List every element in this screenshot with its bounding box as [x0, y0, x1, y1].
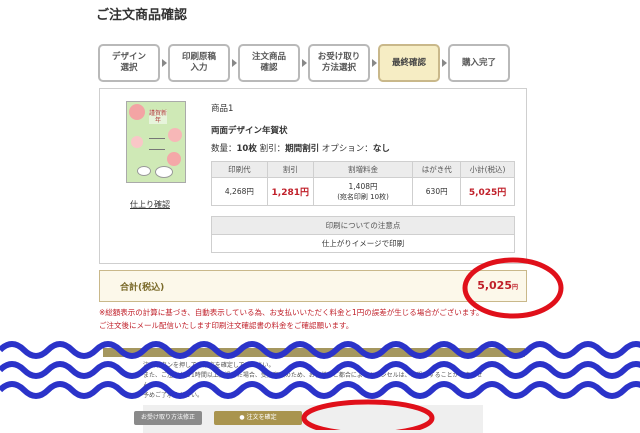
total-unit: 円: [511, 284, 518, 291]
surcharge-note: (宛名印刷 10枚): [337, 193, 389, 201]
subtotal-value: 5,025円: [460, 177, 515, 206]
discount-label: 割引：: [259, 144, 286, 154]
step-order-confirm: 注文商品 確認: [238, 44, 300, 82]
product-meta: 数量：10枚 割引：期間割引 オプション：なし: [211, 142, 390, 154]
total-value: 5,025円: [477, 279, 518, 292]
step-arrow-icon: [160, 44, 168, 82]
edit-receive-method-button[interactable]: お受け取り方法修正: [134, 411, 202, 425]
discount-value: 期間割引: [285, 144, 320, 154]
product-card: 謹賀新年 仕上り確認 商品1 両面デザイン年賀状 数量：10枚 割引：期間割引 …: [99, 88, 527, 264]
ball-decoration: [168, 128, 182, 142]
order-progress-steps: デザイン 選択 印刷原稿 入力 注文商品 確認 お受け取り 方法選択 最終確認 …: [98, 44, 510, 82]
preview-link[interactable]: 仕上り確認: [130, 199, 170, 210]
warning-line: ご注文後にメール配信いたします印刷注文確認書の料金をご確認願います。: [99, 321, 354, 330]
mouse-illustration: [137, 166, 151, 176]
qty-label: 数量：: [211, 144, 237, 154]
discount-value-cell: 1,281円: [266, 177, 314, 206]
panel-text: 注文ボタンを押してご注文を確定してください。 また、ご注文から1時間以上経過した…: [143, 362, 483, 399]
surcharge-cell: 1,408円 (宛名印刷 10枚): [312, 177, 414, 206]
ball-decoration: [129, 104, 145, 120]
item-label: 商品1: [211, 104, 234, 114]
step-final-confirm: 最終確認: [378, 44, 440, 82]
col-postcard-fee: はがき代: [412, 161, 462, 178]
confirm-order-button[interactable]: ● 注文を確定: [214, 411, 302, 425]
step-arrow-icon: [370, 44, 378, 82]
print-fee-value: 4,268円: [211, 177, 268, 206]
print-notes-header: 印刷についての注意点: [211, 216, 515, 235]
col-subtotal: 小計(税込): [460, 161, 515, 178]
postcard-fee-value: 630円: [412, 177, 462, 206]
total-amount: 5,025: [477, 279, 512, 292]
thumbnail-greeting: 謹賀新年: [149, 110, 168, 124]
option-label: オプション：: [321, 144, 373, 154]
ball-decoration: [167, 152, 181, 166]
product-name: 両面デザイン年賀状: [211, 126, 288, 136]
option-value: なし: [372, 144, 390, 154]
col-discount: 割引: [266, 161, 314, 178]
total-label: 合計(税込): [120, 283, 165, 293]
step-arrow-icon: [440, 44, 448, 82]
col-print-fee: 印刷代: [211, 161, 268, 178]
step-purchase-complete: 購入完了: [448, 44, 510, 82]
product-thumbnail: 謹賀新年: [126, 101, 186, 183]
print-notes-table: 印刷についての注意点 仕上がりイメージで印刷: [211, 216, 515, 253]
price-table: 印刷代 割引 割増料金 はがき代 小計(税込) 4,268円 1,281円 1,…: [211, 161, 515, 206]
step-print-input: 印刷原稿 入力: [168, 44, 230, 82]
step-arrow-icon: [230, 44, 238, 82]
step-design-select: デザイン 選択: [98, 44, 160, 82]
surcharge-value: 1,408円: [348, 182, 378, 191]
page-title: ご注文商品確認: [96, 8, 188, 23]
step-receive-method: お受け取り 方法選択: [308, 44, 370, 82]
ball-decoration: [131, 136, 143, 148]
confirm-order-label: 注文を確定: [246, 414, 277, 421]
thumbnail-text-lines: [149, 138, 165, 150]
col-surcharge: 割増料金: [312, 161, 414, 178]
mouse-illustration: [155, 166, 173, 178]
qty-value: 10枚: [236, 144, 257, 154]
price-warning: ※総額表示の計算に基づき、自動表示している為、お支払いいただく料金と1円の誤差が…: [99, 306, 484, 332]
print-notes-value: 仕上がりイメージで印刷: [211, 234, 515, 253]
warning-line: ※総額表示の計算に基づき、自動表示している為、お支払いいただく料金と1円の誤差が…: [99, 308, 484, 317]
panel-header-bar: [103, 348, 525, 357]
total-box: 合計(税込) 5,025円: [99, 270, 527, 302]
step-arrow-icon: [300, 44, 308, 82]
